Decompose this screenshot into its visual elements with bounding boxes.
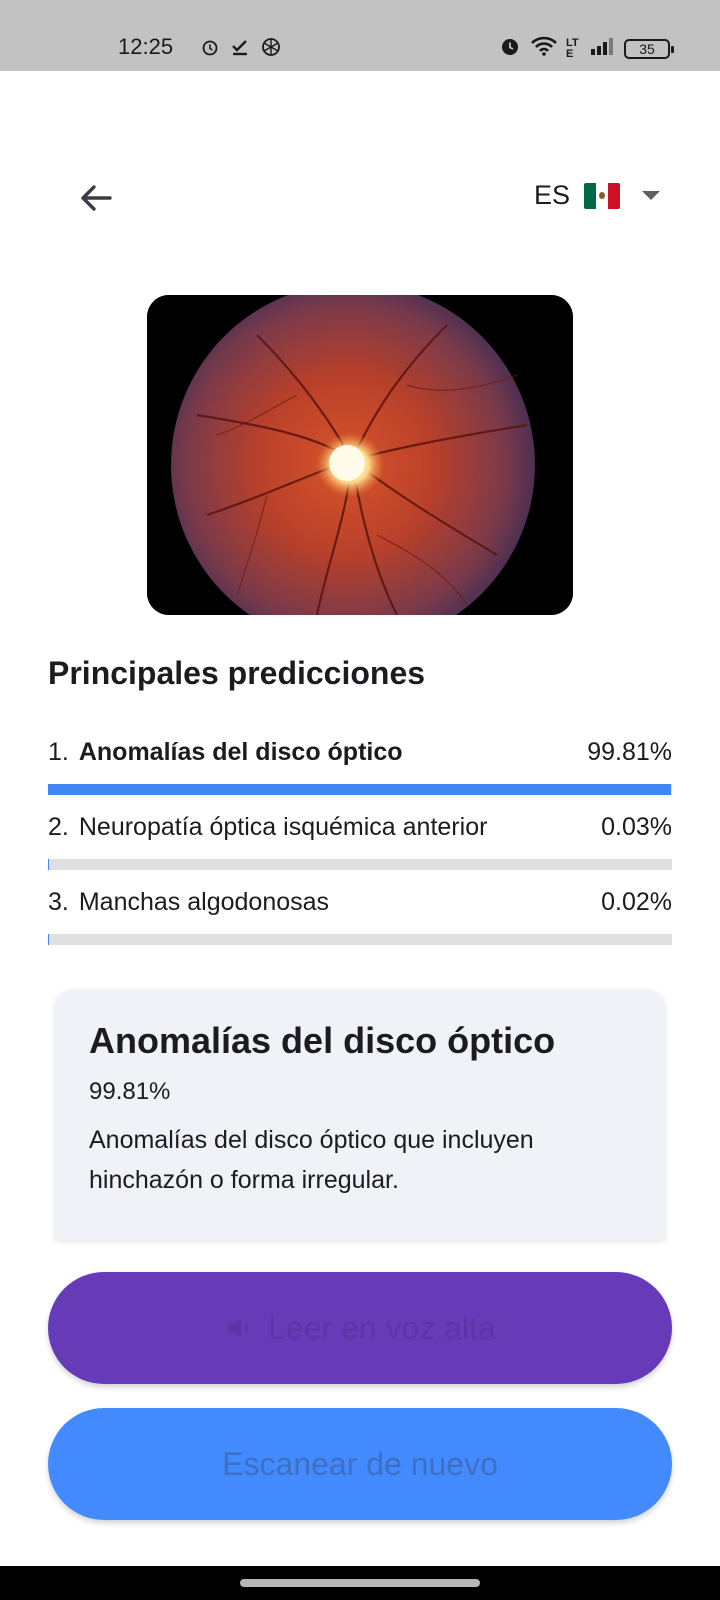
arrow-back-icon [81, 185, 112, 211]
navigation-bar [0, 1566, 720, 1600]
prediction-item-3[interactable]: 3. Manchas algodonosas 0.02% [48, 885, 672, 945]
detail-title: Anomalías del disco óptico [89, 1020, 556, 1061]
read-aloud-label: Leer en voz alta [268, 1309, 496, 1346]
mexico-flag-icon [584, 182, 621, 209]
prediction-percent: 99.81% [587, 737, 672, 766]
chevron-down-icon [642, 191, 661, 200]
prediction-item-1[interactable]: 1. Anomalías del disco óptico 99.81% [48, 735, 672, 795]
openai-icon [260, 36, 282, 63]
back-button[interactable] [76, 178, 116, 218]
status-time: 12:25 [118, 34, 174, 59]
signal-icon [590, 36, 616, 61]
prediction-item-2[interactable]: 2. Neuropatía óptica isquémica anterior … [48, 810, 672, 870]
home-gesture-handle[interactable] [240, 1579, 480, 1587]
scan-again-button[interactable]: Escanear de nuevo [48, 1408, 672, 1520]
prediction-name: Neuropatía óptica isquémica anterior [78, 812, 488, 841]
check-icon [230, 37, 250, 62]
fundus-image [147, 295, 573, 615]
read-aloud-button[interactable]: Leer en voz alta [48, 1272, 672, 1384]
prediction-rank: 3. [48, 887, 69, 916]
status-bar: 12:25 LTE 35 [0, 0, 720, 71]
detail-card: Anomalías del disco óptico 99.81% Anomal… [55, 990, 665, 1240]
scan-again-label: Escanear de nuevo [222, 1445, 498, 1482]
prediction-rank: 2. [48, 812, 69, 841]
wifi-icon [530, 35, 558, 62]
language-selector[interactable]: ES [534, 180, 661, 211]
detail-description: Anomalías del disco óptico que incluyen … [89, 1126, 534, 1194]
prediction-percent: 0.03% [601, 812, 672, 841]
prediction-progress-bar [48, 859, 672, 870]
predictions-title: Principales predicciones [48, 655, 426, 691]
battery-icon: 35 [624, 38, 674, 59]
prediction-name: Manchas algodonosas [78, 887, 330, 916]
status-left-icons [200, 36, 282, 63]
prediction-rank: 1. [48, 737, 69, 766]
alarm-clock-icon [498, 34, 522, 63]
detail-percent: 99.81% [89, 1078, 171, 1105]
volume-icon [228, 1318, 249, 1338]
lte-icon: LTE [566, 36, 579, 60]
prediction-progress-bar [48, 934, 672, 945]
prediction-name: Anomalías del disco óptico [78, 737, 403, 766]
alarm-icon [200, 37, 220, 62]
prediction-percent: 0.02% [601, 887, 672, 916]
language-code: ES [534, 180, 571, 210]
status-right-icons: LTE 35 [498, 34, 674, 63]
prediction-progress-bar [48, 784, 672, 795]
